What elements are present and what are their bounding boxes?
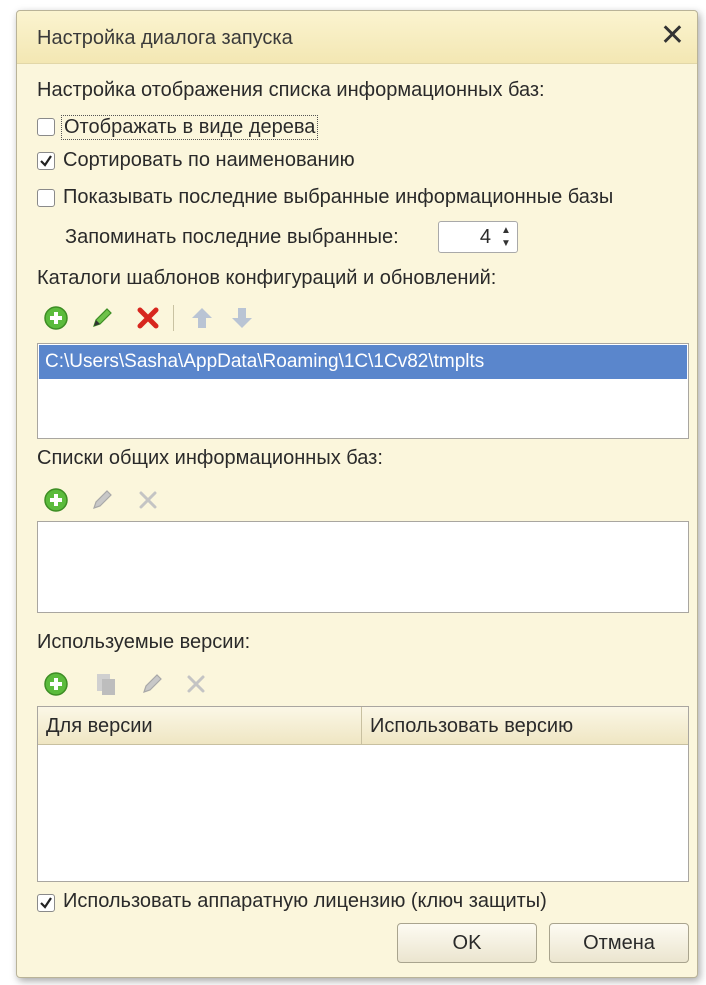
spin-down-icon[interactable]: ▼ xyxy=(497,237,515,250)
add-icon[interactable] xyxy=(43,671,69,697)
move-up-icon[interactable] xyxy=(189,305,215,331)
sort-by-name-label[interactable]: Сортировать по наименованию xyxy=(63,149,355,172)
close-icon[interactable]: ✕ xyxy=(660,19,685,53)
templates-list[interactable]: C:\Users\Sasha\AppData\Roaming\1C\1Cv82\… xyxy=(37,343,689,439)
show-recent-checkbox[interactable] xyxy=(37,189,55,207)
tree-view-label[interactable]: Отображать в виде дерева xyxy=(61,115,319,140)
versions-heading: Используемые версии: xyxy=(37,631,251,653)
delete-icon[interactable] xyxy=(135,305,161,331)
add-icon[interactable] xyxy=(43,305,69,331)
column-header-use-version[interactable]: Использовать версию xyxy=(362,707,688,745)
hardware-license-label[interactable]: Использовать аппаратную лицензию (ключ з… xyxy=(63,890,547,913)
launch-settings-dialog: Настройка диалога запуска ✕ Настройка от… xyxy=(16,10,698,978)
title-bar[interactable]: Настройка диалога запуска ✕ xyxy=(17,11,697,64)
versions-table[interactable]: Для версии Использовать версию xyxy=(37,706,689,882)
remember-count-value[interactable]: 4 xyxy=(480,226,491,249)
templates-heading: Каталоги шаблонов конфигураций и обновле… xyxy=(37,267,497,289)
edit-icon[interactable] xyxy=(89,305,115,331)
move-down-icon[interactable] xyxy=(229,305,255,331)
delete-icon xyxy=(139,491,157,509)
cancel-button[interactable]: Отмена xyxy=(549,923,689,963)
add-icon[interactable] xyxy=(43,487,69,513)
shared-lists-list[interactable] xyxy=(37,521,689,613)
show-recent-label[interactable]: Показывать последние выбранные информаци… xyxy=(63,186,613,209)
display-settings-heading: Настройка отображения списка информацион… xyxy=(37,79,545,101)
ok-button[interactable]: OK xyxy=(397,923,537,963)
toolbar-separator xyxy=(173,305,174,331)
tree-view-checkbox[interactable] xyxy=(37,118,55,136)
hardware-license-checkbox[interactable] xyxy=(37,894,55,912)
copy-icon xyxy=(97,674,115,695)
edit-icon xyxy=(143,674,162,693)
list-item[interactable]: C:\Users\Sasha\AppData\Roaming\1C\1Cv82\… xyxy=(39,345,687,379)
column-header-for-version[interactable]: Для версии xyxy=(38,707,362,745)
shared-lists-heading: Списки общих информационных баз: xyxy=(37,447,383,469)
spin-up-icon[interactable]: ▲ xyxy=(497,224,515,237)
remember-count-spinner[interactable]: 4 ▲ ▼ xyxy=(438,221,518,253)
sort-by-name-checkbox[interactable] xyxy=(37,152,55,170)
remember-recent-label: Запоминать последние выбранные: xyxy=(65,226,399,248)
delete-icon xyxy=(187,675,205,693)
edit-icon xyxy=(93,490,112,509)
dialog-title: Настройка диалога запуска xyxy=(37,27,293,49)
